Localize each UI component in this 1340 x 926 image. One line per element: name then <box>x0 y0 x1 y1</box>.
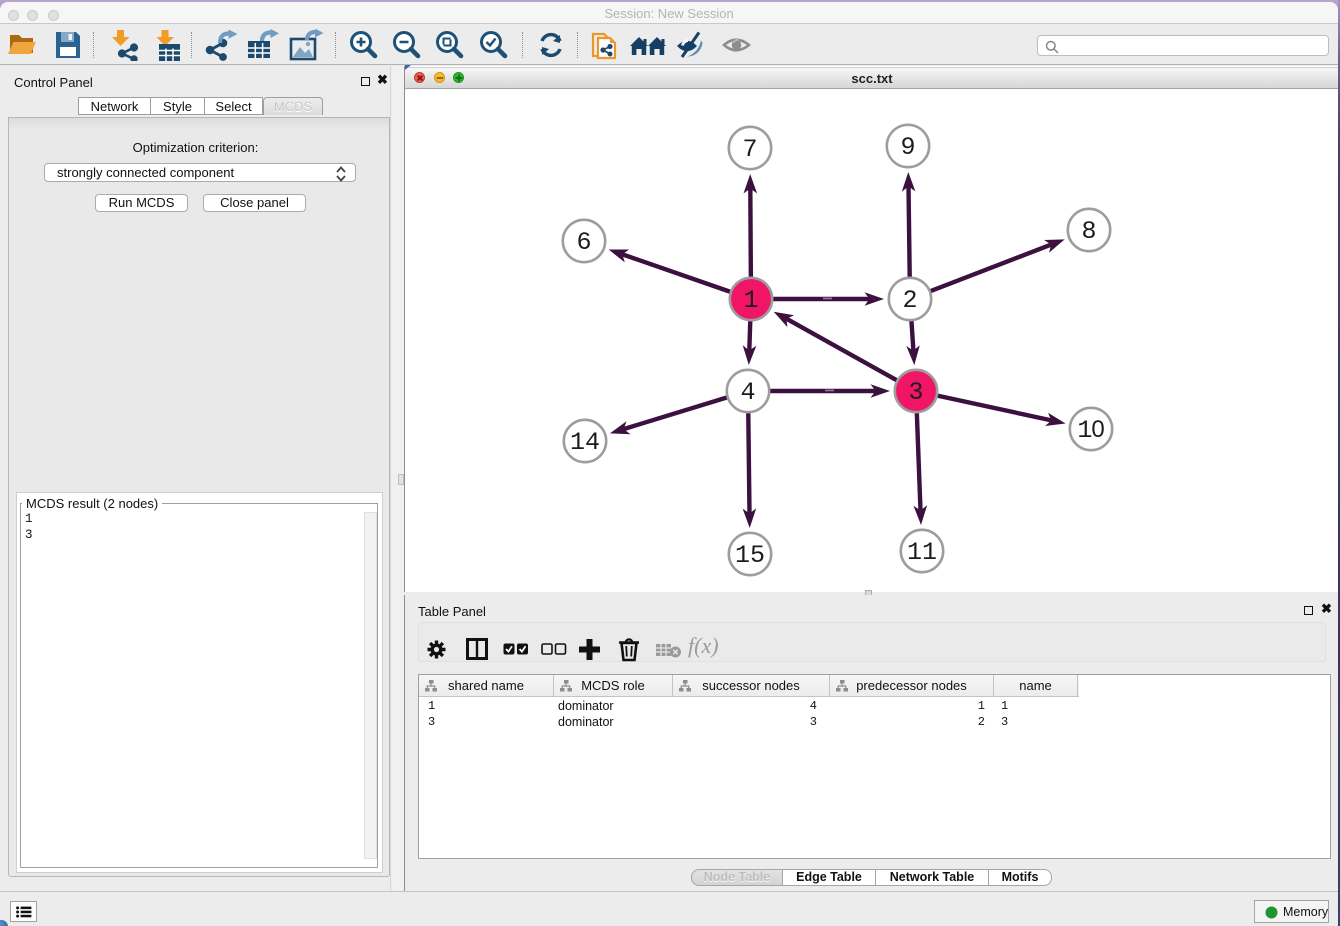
svg-text:4: 4 <box>740 378 755 407</box>
svg-text:3: 3 <box>908 378 923 407</box>
svg-text:6: 6 <box>576 228 591 257</box>
svg-text:10: 10 <box>1077 416 1104 445</box>
svg-text:7: 7 <box>742 135 757 164</box>
svg-text:1: 1 <box>743 286 758 315</box>
svg-text:9: 9 <box>900 133 915 162</box>
svg-text:11: 11 <box>907 538 937 567</box>
svg-text:14: 14 <box>570 428 600 457</box>
svg-text:2: 2 <box>902 286 917 315</box>
svg-text:15: 15 <box>735 541 765 570</box>
svg-text:8: 8 <box>1081 217 1096 246</box>
